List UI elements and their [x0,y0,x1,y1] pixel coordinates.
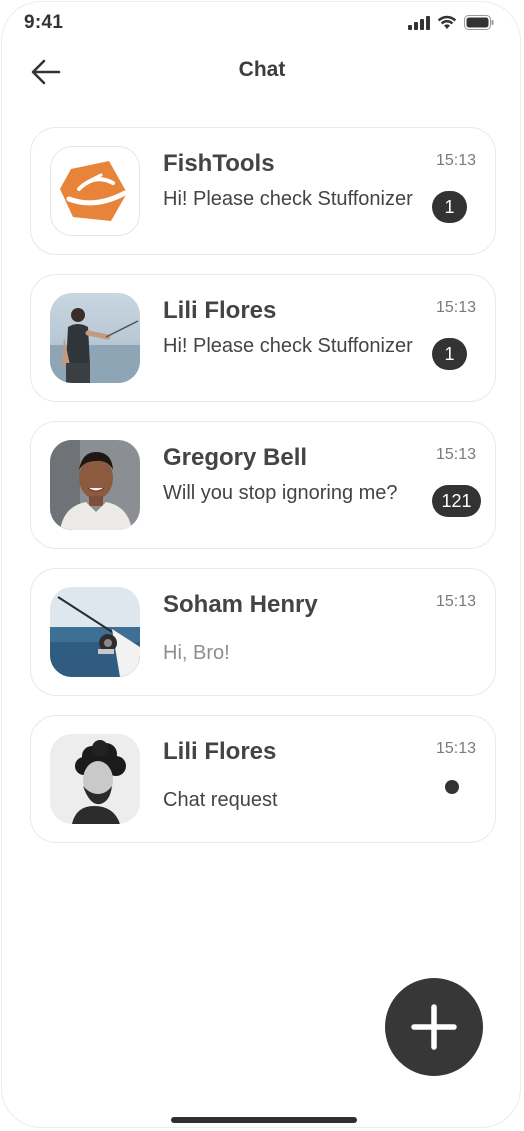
chat-item[interactable]: Gregory Bell Will you stop ignoring me? … [30,421,496,549]
chat-time: 15:13 [435,740,476,757]
chat-message: Hi! Please check Stuffonizer [163,188,413,210]
chat-name: FishTools [163,150,275,177]
chat-message: Chat request [163,789,278,811]
status-icons [408,15,494,35]
page-title: Chat [238,58,286,81]
chat-item[interactable]: FishTools Hi! Please check Stuffonizer 1… [30,127,496,255]
status-time: 9:41 [24,12,64,33]
chat-time: 15:13 [435,152,476,169]
chat-time: 15:13 [435,446,476,463]
signal-icon [408,15,430,35]
unread-badge: 1 [432,338,467,370]
home-indicator[interactable] [171,1117,357,1123]
header: Chat [2,52,520,92]
chat-time: 15:13 [435,593,476,610]
battery-icon [464,15,494,35]
fishtools-logo [50,146,140,236]
chat-name: Lili Flores [163,738,277,765]
chat-message: Hi, Bro! [163,642,230,664]
chat-message: Will you stop ignoring me? [163,482,398,504]
man-portrait-photo [50,440,140,530]
curly-hair-man-photo [50,734,140,824]
person-fishing-photo [50,293,140,383]
fishing-rod-photo [50,587,140,677]
chat-item[interactable]: Lili Flores Hi! Please check Stuffonizer… [30,274,496,402]
unread-badge: 121 [432,485,481,517]
chat-name: Lili Flores [163,297,277,324]
chat-name: Gregory Bell [163,444,308,471]
unread-dot [445,780,459,794]
unread-badge: 1 [432,191,467,223]
chat-name: Soham Henry [163,591,318,618]
chat-time: 15:13 [435,299,476,316]
chat-list: FishTools Hi! Please check Stuffonizer 1… [30,127,496,862]
plus-icon [411,1004,457,1050]
chat-message: Hi! Please check Stuffonizer [163,335,413,357]
wifi-icon [437,15,457,35]
chat-item[interactable]: Soham Henry Hi, Bro! 15:13 [30,568,496,696]
phone-screen: 9:41 Chat FishTools Hi! Please check Stu… [1,1,521,1128]
new-chat-button[interactable] [385,978,483,1076]
chat-item[interactable]: Lili Flores Chat request 15:13 [30,715,496,843]
